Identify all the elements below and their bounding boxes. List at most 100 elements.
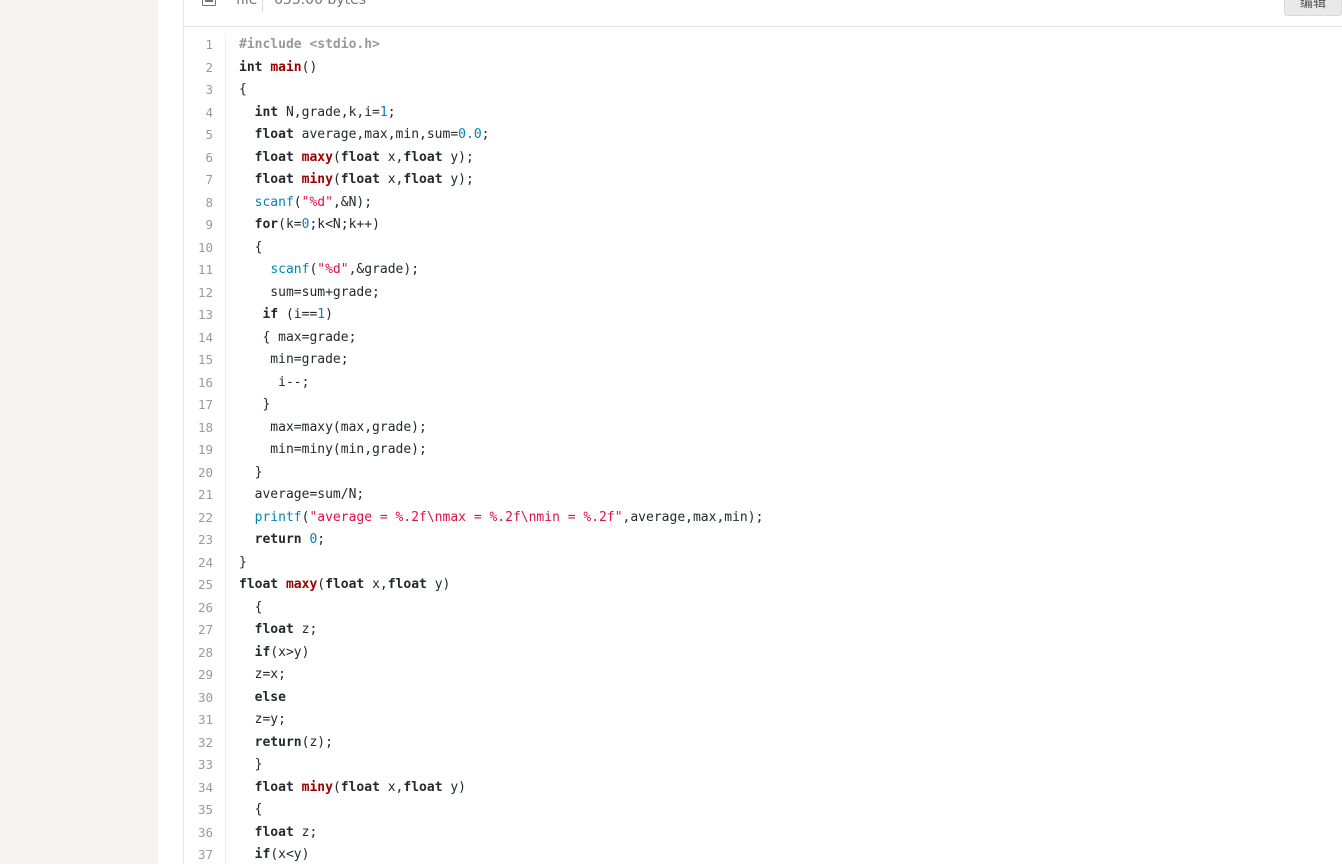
line-code: { [239,799,263,822]
line-number[interactable]: 24 [184,552,213,575]
line-number[interactable]: 17 [184,394,213,417]
line-number[interactable]: 22 [184,507,213,530]
line-code: #include <stdio.h> [239,34,380,57]
code-line: 31 z=y; [184,709,1342,732]
line-number[interactable]: 10 [184,237,213,260]
line-code: } [239,552,247,575]
code-token: float [325,577,373,592]
line-number[interactable]: 8 [184,192,213,215]
code-token: ; [387,104,396,120]
code-line: 5 float average,max,min,sum=0.0; [184,124,1342,147]
code-token: 0.0 [458,127,482,142]
code-token: float [403,779,451,795]
line-code: z=y; [239,709,286,732]
line-number[interactable]: 2 [184,57,213,80]
line-code: int N,grade,k,i=1; [239,102,396,125]
header-separator [262,0,263,12]
code-line: 21 average=sum/N; [184,484,1342,507]
code-token: ; [317,532,326,547]
line-number[interactable]: 19 [184,439,213,462]
line-number[interactable]: 7 [184,169,213,192]
code-token: (i== [285,307,318,322]
line-code: } [239,754,263,777]
line-code: z=x; [239,664,286,687]
line-number[interactable]: 33 [184,754,213,777]
code-token: ( [332,172,341,187]
line-code: average=sum/N; [239,484,365,507]
code-line: 20 } [184,462,1342,485]
line-number[interactable]: 13 [184,304,213,327]
code-line: 8 scanf("%d",&N); [184,192,1342,215]
line-number[interactable]: 18 [184,417,213,440]
code-token: maxy [285,577,318,592]
code-token: #include <stdio.h> [239,37,380,52]
code-token: main [270,59,302,75]
line-number[interactable]: 1 [184,34,213,57]
file-header: file 655.00 bytes 编辑 [184,0,1342,27]
line-number[interactable]: 25 [184,574,213,597]
line-code: scanf("%d",&N); [239,192,372,215]
line-code: min=miny(min,grade); [239,439,427,462]
line-code: if(x>y) [239,642,310,665]
code-line: 22 printf("average = %.2f\nmax = %.2f\nm… [184,507,1342,530]
line-number[interactable]: 11 [184,259,213,282]
line-number[interactable]: 20 [184,462,213,485]
line-number[interactable]: 31 [184,709,213,732]
code-token: ) [325,307,333,322]
line-number[interactable]: 28 [184,642,213,665]
code-token: (x<y) [270,847,310,862]
code-token: (x>y) [270,644,310,660]
line-number[interactable]: 9 [184,214,213,237]
code-token: { [239,239,263,255]
code-token: float [239,577,286,592]
code-line: 2 int main() [184,57,1342,80]
code-token: y); [450,149,474,165]
code-token: miny [301,172,333,187]
code-line: 3{ [184,79,1342,102]
line-number[interactable]: 36 [184,822,213,845]
line-number[interactable]: 12 [184,282,213,305]
line-number[interactable]: 21 [184,484,213,507]
code-token: ,average,max,min); [622,509,764,525]
line-code: { [239,79,247,102]
line-code: min=grade; [239,349,348,372]
line-number[interactable]: 5 [184,124,213,147]
line-number[interactable]: 37 [184,844,213,867]
code-line: 1 #include <stdio.h> [184,34,1342,57]
line-code: float miny(float x,float y); [239,169,474,192]
line-number[interactable]: 30 [184,687,213,710]
code-token: float [340,172,388,187]
line-number[interactable]: 14 [184,327,213,350]
code-token: sum=sum+grade; [239,284,380,300]
line-code: { [239,597,263,620]
code-token: float [254,149,302,165]
edit-button[interactable]: 编辑 [1284,0,1342,16]
code-token: ( [332,149,341,165]
code-token: float [403,149,451,165]
code-line: 12 sum=sum+grade; [184,282,1342,305]
code-token: { [239,599,263,615]
line-number[interactable]: 23 [184,529,213,552]
line-number[interactable]: 3 [184,79,213,102]
line-number[interactable]: 34 [184,777,213,800]
line-number[interactable]: 29 [184,664,213,687]
line-number[interactable]: 27 [184,619,213,642]
code-token: average,max,min,sum= [301,127,459,142]
code-token: 1 [317,307,326,322]
line-number[interactable]: 26 [184,597,213,620]
code-token: x, [387,172,404,187]
code-line: 24} [184,552,1342,575]
code-token: return [254,532,310,547]
line-number[interactable]: 35 [184,799,213,822]
line-number[interactable]: 6 [184,147,213,170]
code-token: () [301,59,318,75]
line-number[interactable]: 32 [184,732,213,755]
line-number[interactable]: 16 [184,372,213,395]
line-number[interactable]: 15 [184,349,213,372]
line-number[interactable]: 4 [184,102,213,125]
